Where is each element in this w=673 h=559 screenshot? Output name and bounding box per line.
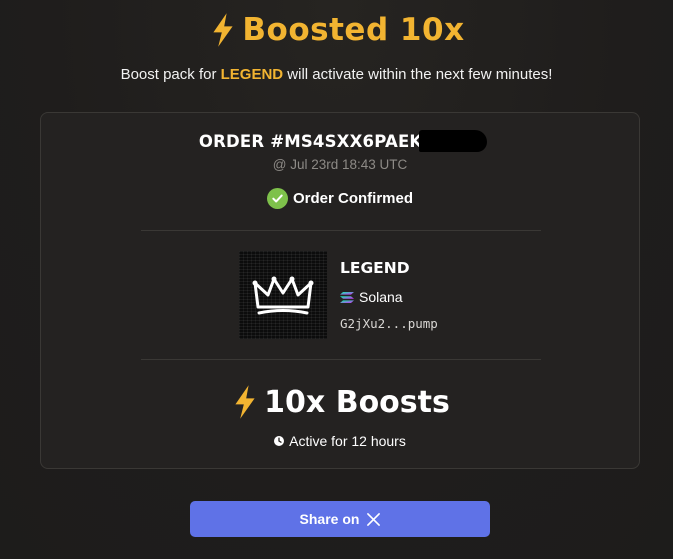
solana-icon (340, 291, 354, 303)
subtitle-after: will activate within the next few minute… (283, 66, 553, 83)
token-info: LEGEND Solana G2jXu2...pump (239, 251, 539, 339)
page-title: Boosted 10x (0, 12, 673, 48)
crown-icon (252, 276, 314, 315)
share-button-label: Share on (299, 511, 360, 527)
boost-duration: Active for 12 hours (41, 433, 639, 449)
token-chain: Solana (340, 289, 403, 305)
token-address[interactable]: G2jXu2...pump (340, 316, 438, 331)
title-text: Boosted 10x (242, 12, 465, 48)
order-date: @ Jul 23rd 18:43 UTC (272, 157, 408, 172)
share-on-x-button[interactable]: Share on (190, 501, 490, 537)
subtitle-before: Boost pack for (120, 66, 221, 83)
clock-icon (274, 436, 285, 446)
order-status-text: Order Confirmed (292, 190, 413, 207)
boost-duration-text: Active for 12 hours (289, 433, 406, 449)
x-logo-icon (367, 512, 381, 526)
boost-label: 10x Boosts (264, 384, 450, 420)
lightning-bolt-icon (213, 13, 234, 47)
lightning-bolt-icon (235, 385, 255, 419)
subtitle-token-name: LEGEND (220, 66, 284, 83)
order-status: Order Confirmed (41, 188, 639, 209)
token-image (239, 251, 327, 339)
order-card: ORDER #MS4SXX6PAEK7VILVI @ Jul 23rd 18:4… (40, 112, 640, 469)
subtitle: Boost pack for LEGEND will activate with… (0, 66, 673, 83)
boost-amount: 10x Boosts (41, 384, 639, 420)
token-name: LEGEND (340, 259, 410, 277)
divider (141, 359, 541, 360)
chain-name: Solana (359, 289, 403, 305)
check-circle-icon (266, 188, 288, 209)
redaction-mark (419, 130, 488, 152)
order-id-row: ORDER #MS4SXX6PAEK7VILVI (41, 130, 639, 152)
divider (141, 230, 541, 231)
